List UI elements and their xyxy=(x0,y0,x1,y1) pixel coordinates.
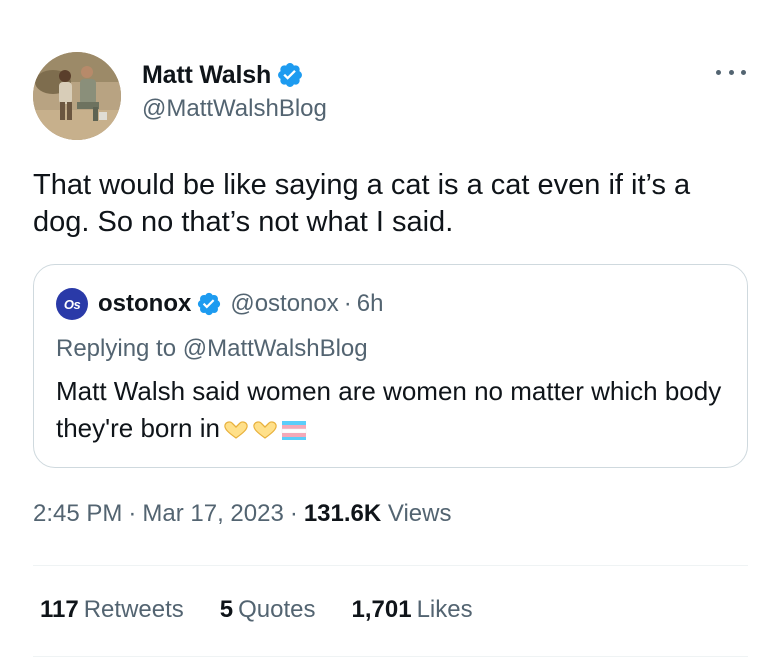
quoted-tweet-body: Matt Walsh said women are women no matte… xyxy=(56,376,722,443)
quotes-label: Quotes xyxy=(238,596,316,623)
verified-badge-icon xyxy=(196,291,222,317)
retweets-count: 117 xyxy=(40,596,79,623)
author-name-row: Matt Walsh xyxy=(142,58,304,92)
separator-dot: · xyxy=(128,500,137,527)
views-count: 131.6K xyxy=(303,500,382,527)
replying-to-text: Replying to @MattWalshBlog xyxy=(56,335,368,362)
hand-heart-emoji-icon xyxy=(223,419,249,441)
dot xyxy=(741,69,746,75)
ostonox-logo-avatar[interactable]: Os xyxy=(56,288,88,320)
views-label: Views xyxy=(387,500,452,527)
logo-text: Os xyxy=(63,296,81,312)
quoted-tweet-card[interactable]: Os ostonox @ostonox · 6h Replying to @Ma… xyxy=(33,264,748,468)
hand-heart-emoji-icon xyxy=(252,419,278,441)
tweet-date[interactable]: Mar 17, 2023 xyxy=(142,500,283,527)
tweet-text: That would be like saying a cat is a cat… xyxy=(33,169,691,238)
quoted-author-name[interactable]: ostonox xyxy=(98,290,191,318)
tweet-container: Matt Walsh @MattWalshBlog That would be … xyxy=(0,0,776,672)
quoted-tweet-time[interactable]: 6h xyxy=(357,290,384,318)
likes-stat[interactable]: 1,701 Likes xyxy=(352,596,473,624)
separator-dot: · xyxy=(343,290,352,317)
divider xyxy=(33,656,748,657)
author-handle[interactable]: @MattWalshBlog xyxy=(142,95,327,123)
quoted-author-handle[interactable]: @ostonox xyxy=(230,290,338,318)
quoted-tweet-header: Os ostonox @ostonox · 6h xyxy=(56,288,384,320)
likes-count: 1,701 xyxy=(351,596,412,623)
author-avatar[interactable] xyxy=(33,52,121,140)
engagement-stats: 117 Retweets 5 Quotes 1,701 Likes xyxy=(40,596,509,624)
quotes-count: 5 xyxy=(219,596,234,623)
dot xyxy=(728,69,734,75)
avatar-photo xyxy=(33,52,121,140)
dot xyxy=(716,69,721,75)
tweet-meta: 2:45 PM · Mar 17, 2023 · 131.6K Views xyxy=(33,500,451,528)
separator-dot: · xyxy=(289,500,298,527)
transgender-flag-emoji-icon xyxy=(281,419,307,441)
verified-badge-icon[interactable] xyxy=(276,61,304,89)
author-display-name[interactable]: Matt Walsh xyxy=(142,61,271,90)
divider xyxy=(33,565,748,566)
tweet-time[interactable]: 2:45 PM xyxy=(33,500,122,527)
quoted-tweet-text: Matt Walsh said women are women no matte… xyxy=(56,373,726,447)
quotes-stat[interactable]: 5 Quotes xyxy=(220,596,316,624)
retweets-label: Retweets xyxy=(83,596,184,623)
likes-label: Likes xyxy=(416,596,473,623)
retweets-stat[interactable]: 117 Retweets xyxy=(40,596,184,624)
more-options-icon[interactable] xyxy=(716,60,746,84)
